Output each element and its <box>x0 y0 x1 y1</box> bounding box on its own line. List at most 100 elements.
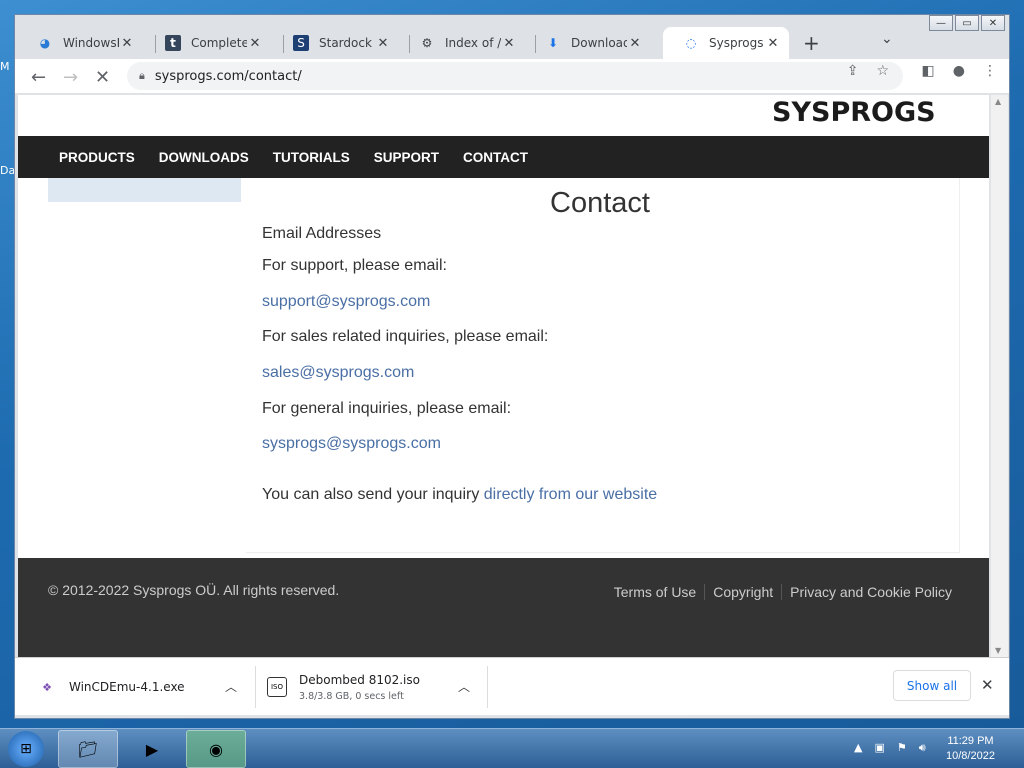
general-email-link[interactable]: sysprogs@sysprogs.com <box>262 435 441 453</box>
network-icon[interactable]: ▣ <box>874 741 884 755</box>
vertical-scrollbar[interactable]: ▲ ▼ <box>991 95 1008 657</box>
download-item[interactable]: ISO Debombed 8102.iso 3.8/3.8 GB, 0 secs… <box>267 664 420 710</box>
volume-icon[interactable]: 🔊︎ <box>919 741 926 755</box>
side-panel-icon[interactable]: ◧ <box>922 63 935 79</box>
footer-link-copyright[interactable]: Copyright <box>704 584 781 600</box>
inquiry-text: You can also send your inquiry <box>262 486 484 503</box>
close-icon[interactable]: ✕ <box>501 36 517 51</box>
support-email-link[interactable]: support@sysprogs.com <box>262 293 430 311</box>
system-tray: ▲ ▣ ⚑ 🔊︎ <box>854 741 926 755</box>
browser-toolbar: ← → ✕ 🔒︎ sysprogs.com/contact/ ⇪ ☆ ◧ ● ⋮ <box>15 59 1009 93</box>
chevron-down-icon[interactable]: ⌄ <box>881 31 893 47</box>
page-viewport: SYSPROGS PRODUCTS DOWNLOADS TUTORIALS SU… <box>18 95 989 657</box>
copyright-text: © 2012-2022 Sysprogs OÜ. All rights rese… <box>48 582 340 598</box>
close-icon[interactable]: ✕ <box>375 36 391 51</box>
close-icon[interactable]: ✕ <box>765 36 781 51</box>
iso-file-icon: ISO <box>267 677 287 697</box>
tab-label: Stardock Ac <box>319 36 375 50</box>
scroll-up-icon[interactable]: ▲ <box>995 97 1001 106</box>
taskbar: ⊞ 📁︎ ▶ ◉ ▲ ▣ ⚑ 🔊︎ 11:29 PM 10/8/2022 <box>0 728 1024 768</box>
sales-text: For sales related inquiries, please emai… <box>262 328 549 345</box>
lock-icon[interactable]: 🔒︎ <box>139 69 145 83</box>
action-center-icon[interactable]: ⚑ <box>897 741 907 755</box>
main-nav: PRODUCTS DOWNLOADS TUTORIALS SUPPORT CON… <box>18 136 989 178</box>
desktop-icon-label[interactable]: M <box>0 60 10 73</box>
nav-contact[interactable]: CONTACT <box>463 150 528 165</box>
tumblr-icon: t <box>165 35 181 51</box>
tab-label: Downloads <box>571 36 627 50</box>
chevron-up-icon[interactable]: ︿ <box>458 678 470 695</box>
nav-support[interactable]: SUPPORT <box>374 150 439 165</box>
profile-avatar-icon[interactable]: ● <box>953 63 965 79</box>
sysprogs-logo[interactable]: SYSPROGS <box>772 97 936 128</box>
show-all-button[interactable]: Show all <box>893 670 971 701</box>
close-icon[interactable]: ✕ <box>981 676 994 694</box>
tab-sysprogs[interactable]: ◌ Sysprogs - ( ✕ <box>663 27 789 59</box>
section-heading: Email Addresses <box>262 225 382 242</box>
url-text: sysprogs.com/contact/ <box>154 68 302 84</box>
tab-label: WindowsBl <box>63 36 119 50</box>
website-inquiry-link[interactable]: directly from our website <box>484 486 657 503</box>
chevron-up-icon[interactable]: ︿ <box>225 678 237 695</box>
tab-complete[interactable]: t Complete Y ✕ <box>145 27 271 59</box>
close-icon[interactable]: ✕ <box>119 36 135 51</box>
clock-date: 10/8/2022 <box>946 750 995 762</box>
windowsblogitalia-icon: ◕ <box>39 36 51 50</box>
tab-downloads[interactable]: ⬇ Downloads ✕ <box>525 27 651 59</box>
bookmark-star-icon[interactable]: ☆ <box>876 63 889 79</box>
clock-time: 11:29 PM <box>947 735 994 747</box>
download-filename: WinCDEmu-4.1.exe <box>69 680 185 694</box>
wincdemu-icon: ❖ <box>42 680 52 694</box>
tab-label: Index of /~ <box>445 36 501 50</box>
stop-loading-icon[interactable]: ✕ <box>95 67 110 88</box>
tab-windowsblog[interactable]: ◕ WindowsBl ✕ <box>17 27 143 59</box>
close-icon[interactable]: ✕ <box>247 36 263 51</box>
footer-link-terms[interactable]: Terms of Use <box>606 584 704 600</box>
nav-products[interactable]: PRODUCTS <box>59 150 135 165</box>
page-title: Contact <box>550 187 650 219</box>
nav-downloads[interactable]: DOWNLOADS <box>159 150 249 165</box>
address-bar[interactable]: 🔒︎ sysprogs.com/contact/ <box>127 62 903 90</box>
tab-label: Complete Y <box>191 36 247 50</box>
stardock-icon: S <box>293 35 309 51</box>
sidebar-panel <box>48 178 241 202</box>
downloads-bar: ❖ WinCDEmu-4.1.exe ︿ ISO Debombed 8102.i… <box>15 657 1009 715</box>
close-window-button[interactable]: ✕ <box>981 15 1005 31</box>
window-controls: — ▭ ✕ <box>929 15 1005 31</box>
inquiry-line: You can also send your inquiry directly … <box>262 486 657 504</box>
download-status: 3.8/3.8 GB, 0 secs left <box>299 690 404 702</box>
forward-icon[interactable]: → <box>63 67 78 88</box>
explorer-icon[interactable]: 📁︎ <box>58 730 118 768</box>
minimize-button[interactable]: — <box>929 15 953 31</box>
new-tab-icon[interactable]: + <box>803 31 820 55</box>
tab-stardock[interactable]: S Stardock Ac ✕ <box>273 27 399 59</box>
browser-window: ◕ WindowsBl ✕ t Complete Y ✕ S Stardock … <box>14 14 1010 719</box>
loading-spinner-icon: ◌ <box>685 36 697 50</box>
tab-label: Sysprogs - ( <box>709 36 765 50</box>
chrome-icon[interactable]: ◉ <box>186 730 246 768</box>
general-text: For general inquiries, please email: <box>262 400 512 417</box>
desktop-icon-label[interactable]: Da <box>0 164 15 177</box>
share-icon[interactable]: ⇪ <box>847 63 859 79</box>
media-player-icon[interactable]: ▶ <box>122 730 182 768</box>
tray-expand-icon[interactable]: ▲ <box>854 741 862 755</box>
tab-strip: ◕ WindowsBl ✕ t Complete Y ✕ S Stardock … <box>15 15 1009 61</box>
maximize-button[interactable]: ▭ <box>955 15 979 31</box>
nav-tutorials[interactable]: TUTORIALS <box>273 150 350 165</box>
download-icon: ⬇ <box>547 36 559 50</box>
back-icon[interactable]: ← <box>31 67 46 88</box>
tab-index[interactable]: ⚙ Index of /~ ✕ <box>399 27 525 59</box>
close-icon[interactable]: ✕ <box>627 36 643 51</box>
download-item[interactable]: ❖ WinCDEmu-4.1.exe <box>37 664 185 710</box>
kebab-menu-icon[interactable]: ⋮ <box>983 63 997 79</box>
start-button[interactable]: ⊞ <box>8 731 44 767</box>
footer-links: Terms of Use Copyright Privacy and Cooki… <box>606 584 960 600</box>
sales-email-link[interactable]: sales@sysprogs.com <box>262 364 414 382</box>
index-icon: ⚙ <box>421 36 433 50</box>
download-filename: Debombed 8102.iso <box>299 672 420 687</box>
footer-link-privacy[interactable]: Privacy and Cookie Policy <box>781 584 960 600</box>
support-text: For support, please email: <box>262 257 447 274</box>
scroll-down-icon[interactable]: ▼ <box>995 646 1001 655</box>
clock[interactable]: 11:29 PM 10/8/2022 <box>946 734 995 764</box>
site-footer: © 2012-2022 Sysprogs OÜ. All rights rese… <box>18 558 989 657</box>
